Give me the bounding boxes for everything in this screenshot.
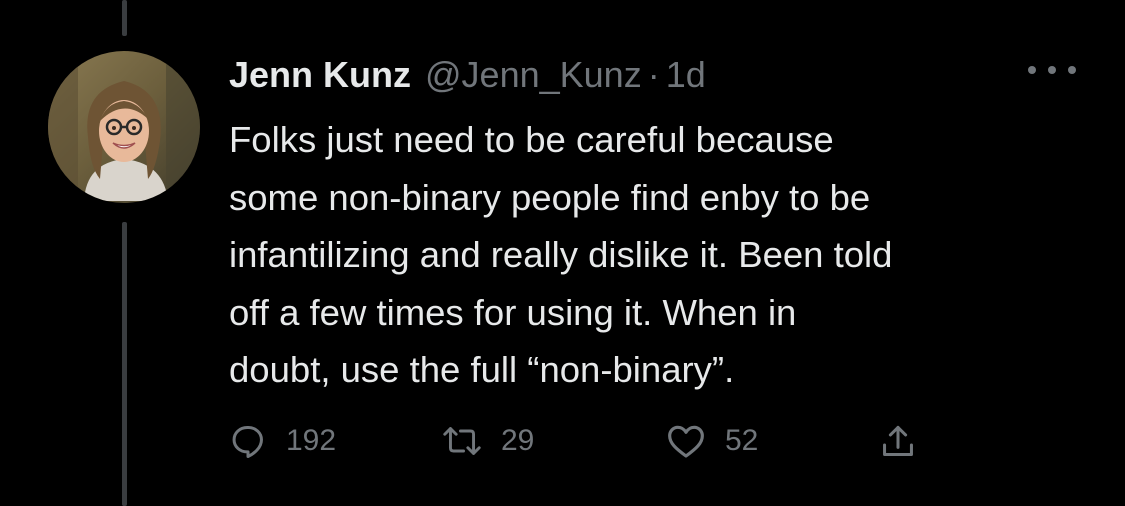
heart-outline-icon (668, 425, 704, 458)
timestamp[interactable]: 1d (666, 50, 706, 100)
retweet-count: 29 (501, 424, 535, 457)
more-dot (1028, 66, 1036, 74)
more-dot (1048, 66, 1056, 74)
separator-dot: · (647, 54, 660, 95)
avatar-photo (48, 51, 200, 203)
speech-bubble-icon (232, 426, 263, 459)
reply-button[interactable]: 192 (229, 416, 336, 466)
tweet-header: Jenn Kunz @Jenn_Kunz · 1d (229, 50, 706, 100)
more-dots-icon[interactable] (1028, 58, 1076, 82)
like-count: 52 (725, 424, 759, 457)
author-handle[interactable]: @Jenn_Kunz (425, 50, 642, 100)
share-upload-icon (883, 425, 913, 456)
action-bar: 192 29 52 (229, 416, 1009, 466)
more-dot (1068, 66, 1076, 74)
author-name[interactable]: Jenn Kunz (229, 50, 411, 100)
reply-count: 192 (286, 424, 337, 457)
like-button[interactable]: 52 (666, 416, 758, 466)
share-button[interactable] (879, 416, 917, 466)
thread-connector-top (122, 0, 127, 36)
retweet-button[interactable]: 29 (442, 416, 534, 466)
retweet-arrows-icon (443, 427, 481, 455)
avatar[interactable] (48, 51, 200, 203)
thread-connector-bottom (122, 222, 127, 506)
tweet-text: Folks just need to be careful because so… (229, 119, 893, 390)
